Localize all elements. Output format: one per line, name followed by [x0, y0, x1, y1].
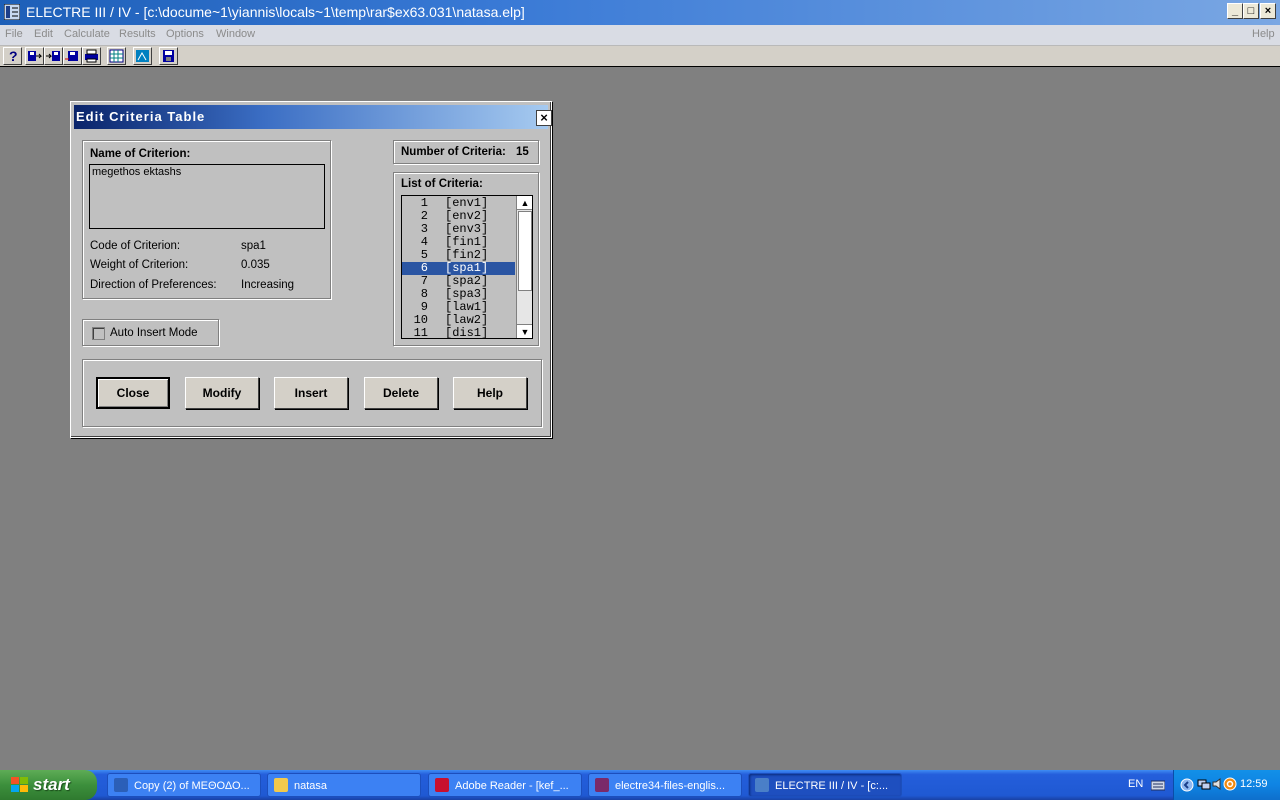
dialog-title-bar: Edit Criteria Table × — [74, 105, 552, 129]
count-label: Number of Criteria: — [401, 146, 506, 158]
name-label: Name of Criterion: — [90, 148, 191, 160]
criteria-list-item[interactable]: 11 [dis1] — [402, 327, 515, 339]
criteria-item-number: 11 — [413, 326, 428, 339]
folder-icon — [274, 778, 288, 792]
auto-insert-checkbox[interactable] — [92, 327, 105, 340]
antivirus-icon[interactable] — [1223, 777, 1237, 794]
calculator-icon[interactable] — [107, 47, 126, 65]
taskbar-button[interactable]: ELECTRE III / IV - [c:... — [748, 773, 902, 797]
edit-criteria-dialog: Edit Criteria Table × Name of Criterion:… — [70, 101, 552, 438]
auto-insert-label: Auto Insert Mode — [110, 327, 198, 339]
clock[interactable]: 12:59 — [1240, 778, 1268, 790]
system-tray: 12:59 — [1173, 770, 1280, 800]
open-icon[interactable] — [44, 47, 63, 65]
direction-label: Direction of Preferences: — [90, 279, 217, 291]
weight-label: Weight of Criterion: — [90, 259, 189, 271]
code-value: spa1 — [241, 240, 266, 252]
start-label: start — [33, 775, 70, 794]
export-icon[interactable] — [63, 47, 82, 65]
taskbar-button-label: natasa — [294, 780, 328, 792]
adobe-icon — [435, 778, 449, 792]
chart-icon[interactable] — [133, 47, 152, 65]
menu-edit[interactable]: Edit — [34, 28, 53, 40]
svg-text:?: ? — [9, 48, 18, 64]
electre-icon — [755, 778, 769, 792]
taskbar-button-label: Adobe Reader - [kef_... — [455, 780, 569, 792]
word-icon — [114, 778, 128, 792]
window-title: ELECTRE III / IV - [c:\docume~1\yiannis\… — [26, 4, 525, 20]
start-button[interactable]: start — [0, 770, 97, 800]
criteria-item-code: [dis1] — [445, 326, 489, 339]
scroll-up-icon[interactable]: ▲ — [517, 196, 532, 210]
help-button[interactable]: Help — [453, 377, 527, 409]
menu-window[interactable]: Window — [216, 28, 255, 40]
insert-button[interactable]: Insert — [274, 377, 348, 409]
network-icon[interactable] — [1197, 777, 1211, 794]
minimize-button[interactable]: _ — [1227, 3, 1243, 19]
code-label: Code of Criterion: — [90, 240, 181, 252]
close-button[interactable]: Close — [96, 377, 170, 409]
taskbar-button[interactable]: natasa — [267, 773, 421, 797]
title-bar: ELECTRE III / IV - [c:\docume~1\yiannis\… — [0, 0, 1280, 25]
menu-options[interactable]: Options — [166, 28, 204, 40]
count-value: 15 — [516, 146, 529, 158]
app-icon — [3, 3, 21, 21]
windows-logo-icon — [11, 777, 29, 798]
dialog-title: Edit Criteria Table — [76, 109, 206, 124]
listbox-scrollbar[interactable]: ▲ ▼ — [516, 196, 532, 338]
save-icon[interactable] — [25, 47, 44, 65]
taskbar-button[interactable]: Copy (2) of ΜΕΘΟΔΟ... — [107, 773, 261, 797]
close-window-button[interactable]: × — [1260, 3, 1276, 19]
keyboard-icon[interactable] — [1150, 779, 1166, 794]
taskbar-button[interactable]: Adobe Reader - [kef_... — [428, 773, 582, 797]
weight-value: 0.035 — [241, 259, 270, 271]
criterion-name-field[interactable]: megethos ektashs — [89, 164, 325, 229]
scroll-down-icon[interactable]: ▼ — [517, 324, 532, 338]
criterion-name-value: megethos ektashs — [92, 166, 182, 178]
taskbar-button-label: electre34-files-englis... — [615, 780, 726, 792]
taskbar: start Copy (2) of ΜΕΘΟΔΟ... natasa Adobe R… — [0, 770, 1280, 800]
help-icon[interactable]: ? — [3, 47, 22, 65]
menu-calculate[interactable]: Calculate — [64, 28, 110, 40]
criteria-listbox[interactable]: 1 [env1] 2 [env2] 3 [env3] 4 [fin1] 5 [fin2] 6 [spa… — [401, 195, 533, 339]
tray-arrow-icon[interactable] — [1180, 778, 1194, 795]
disk-icon[interactable] — [159, 47, 178, 65]
menu-results[interactable]: Results — [119, 28, 156, 40]
direction-value: Increasing — [241, 279, 295, 291]
taskbar-button-label: Copy (2) of ΜΕΘΟΔΟ... — [134, 780, 250, 792]
menu-file[interactable]: File — [5, 28, 23, 40]
menu-help[interactable]: Help — [1252, 28, 1275, 40]
modify-button[interactable]: Modify — [185, 377, 259, 409]
language-indicator[interactable]: EN — [1128, 778, 1143, 790]
maximize-button[interactable]: □ — [1243, 3, 1259, 19]
winrar-icon — [595, 778, 609, 792]
print-icon[interactable] — [82, 47, 101, 65]
dialog-close-icon[interactable]: × — [536, 110, 552, 126]
taskbar-button[interactable]: electre34-files-englis... — [588, 773, 742, 797]
menu-bar: File Edit Calculate Results Options Wind… — [0, 25, 1280, 46]
list-label: List of Criteria: — [401, 178, 483, 190]
criterion-details-group: Name of Criterion: megethos ektashs Code… — [82, 140, 331, 299]
toolbar: ? — [0, 46, 1280, 67]
delete-button[interactable]: Delete — [364, 377, 438, 409]
criteria-count-group: Number of Criteria: 15 — [393, 140, 539, 164]
taskbar-button-label: ELECTRE III / IV - [c:... — [775, 780, 889, 792]
scroll-thumb[interactable] — [518, 211, 532, 291]
